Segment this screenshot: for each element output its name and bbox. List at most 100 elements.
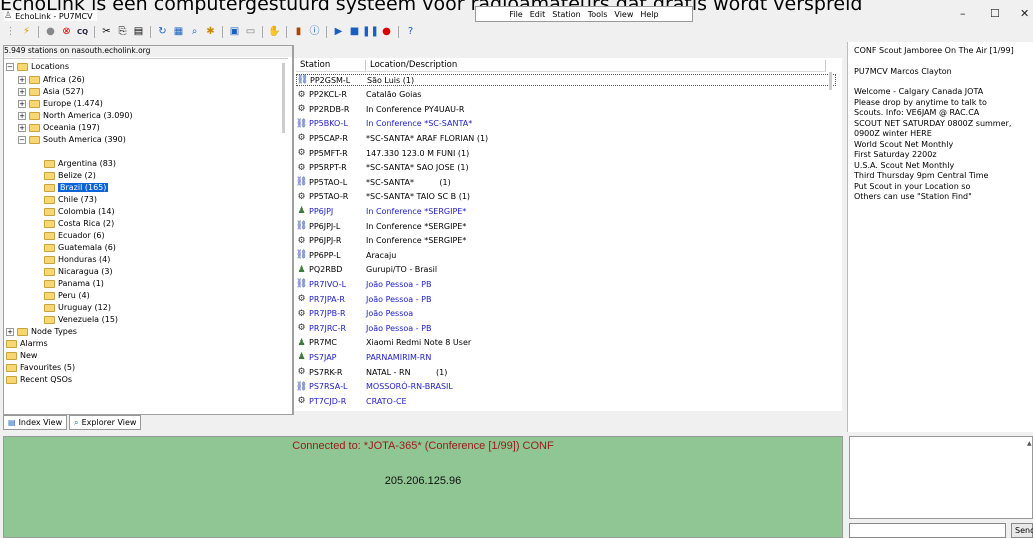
tree-node-region[interactable]: + Africa (26): [18, 74, 85, 85]
tree-node-country[interactable]: Chile (73): [44, 194, 97, 205]
collapse-icon[interactable]: −: [6, 62, 14, 71]
hand-icon[interactable]: ✋: [268, 26, 281, 39]
tree-node-locations[interactable]: − Locations: [6, 61, 69, 72]
tree-node-region[interactable]: + Oceania (197): [18, 122, 100, 133]
tree-node-other[interactable]: + Node Types: [6, 326, 77, 337]
favourite-icon[interactable]: ✱: [204, 26, 217, 39]
refresh-icon[interactable]: ↻: [156, 26, 169, 39]
tab-explorer-view[interactable]: ⌕ Explorer View: [69, 415, 142, 430]
panel-icon[interactable]: ▭: [244, 26, 257, 39]
cut-icon[interactable]: ✂: [100, 26, 113, 39]
disconnect-red-icon[interactable]: ⊗: [60, 26, 73, 39]
station-row[interactable]: ♟ PP6JPJ In Conference *SERGIPE*: [296, 205, 836, 217]
stats-icon[interactable]: ▮: [292, 26, 305, 39]
menu-item-0[interactable]: File: [509, 10, 522, 19]
menu-item-1[interactable]: Edit: [530, 10, 546, 19]
tree-node-country[interactable]: Uruguay (12): [44, 302, 111, 313]
expand-icon[interactable]: +: [18, 99, 26, 108]
menu-item-2[interactable]: Station: [552, 10, 580, 19]
stop-icon[interactable]: ■: [348, 26, 361, 39]
station-row[interactable]: ⛓ PP6PP-L Aracaju: [296, 249, 836, 261]
tree-node-country[interactable]: Peru (4): [44, 290, 90, 301]
disconnect-gray-icon[interactable]: ●: [44, 26, 57, 39]
column-header-station[interactable]: Station: [296, 60, 366, 71]
tree-node-region[interactable]: + Asia (527): [18, 86, 84, 97]
station-row[interactable]: ⛓ PP6JPJ-L In Conference *SERGIPE*: [296, 220, 836, 232]
tree-node-country[interactable]: Colombia (14): [44, 206, 115, 217]
station-row[interactable]: ⚙ PP6JPJ-R In Conference *SERGIPE*: [296, 235, 836, 247]
maximize-button[interactable]: ☐: [990, 7, 1000, 20]
menu-item-4[interactable]: View: [614, 10, 633, 19]
station-row[interactable]: ⚙ PR7JPA-R João Pessoa - PB: [296, 293, 836, 305]
tree-node-region[interactable]: + North America (3.090): [18, 110, 133, 121]
find-icon[interactable]: ⌕: [188, 26, 201, 39]
station-row[interactable]: ⛓ PR7IVO-L João Pessoa - PB: [296, 278, 836, 290]
station-row[interactable]: ⛓ PS7RSA-L MOSSORÓ-RN-BRASIL: [296, 381, 836, 393]
expand-icon[interactable]: +: [18, 87, 26, 96]
station-link-icon: ⛓: [295, 221, 308, 231]
station-row[interactable]: ⚙ PP5RPT-R *SC-SANTA* SAO JOSE (1): [296, 162, 836, 174]
station-list-scrollbar[interactable]: [829, 72, 832, 90]
folder-icon: [44, 267, 55, 276]
station-row[interactable]: ⚙ PP2RDB-R In Conference PY4UAU-R: [296, 103, 836, 115]
station-row[interactable]: ⚙ PP2KCL-R Catalão Goias: [296, 89, 836, 101]
cq-icon[interactable]: CQ: [76, 26, 89, 39]
tree-node-region[interactable]: + Europe (1.474): [18, 98, 103, 109]
tree-scrollbar[interactable]: [282, 63, 285, 133]
tree-node-other[interactable]: Favourites (5): [6, 362, 75, 373]
station-row[interactable]: ♟ PS7JAP PARNAMIRIM-RN: [296, 351, 836, 363]
tree-node-other[interactable]: Alarms: [6, 338, 48, 349]
chat-input[interactable]: [849, 523, 1006, 538]
column-header-location[interactable]: Location/Description: [366, 60, 826, 71]
station-row[interactable]: ⚙ PT7CJD-R CRATO-CE: [296, 395, 836, 407]
record-icon[interactable]: ●: [380, 26, 393, 39]
expand-icon[interactable]: +: [6, 327, 14, 336]
tree-node-country[interactable]: Costa Rica (2): [44, 218, 114, 229]
send-button[interactable]: Send: [1011, 523, 1033, 538]
chat-scroll-up-icon[interactable]: ▲: [1027, 440, 1032, 447]
tree-node-country[interactable]: Venezuela (15): [44, 314, 118, 325]
play-icon[interactable]: ▶: [332, 26, 345, 39]
pause-icon[interactable]: ❚❚: [362, 26, 379, 39]
station-row[interactable]: ⛓ PP2GSM-L São Luis (1): [296, 74, 836, 86]
collapse-icon[interactable]: −: [18, 135, 26, 144]
tree-node-country[interactable]: Argentina (83): [44, 158, 116, 169]
tree-node-country[interactable]: Guatemala (6): [44, 242, 116, 253]
expand-icon[interactable]: +: [18, 111, 26, 120]
info-icon[interactable]: ⓘ: [308, 26, 321, 39]
tree-node-country[interactable]: Nicaragua (3): [44, 266, 113, 277]
tree-node-country[interactable]: Belize (2): [44, 170, 96, 181]
station-row[interactable]: ⚙ PR7JRC-R João Pessoa - PB: [296, 322, 836, 334]
station-row[interactable]: ⚙ PR7JPB-R João Pessoa: [296, 308, 836, 320]
station-row[interactable]: ♟ PQ2RBD Gurupi/TO - Brasil: [296, 264, 836, 276]
copy-icon[interactable]: ⎘: [116, 26, 129, 39]
expand-icon[interactable]: +: [18, 75, 26, 84]
station-info-icon[interactable]: ▣: [228, 26, 241, 39]
minimize-button[interactable]: –: [960, 7, 966, 20]
station-row[interactable]: ⚙ PP5CAP-R *SC-SANTA* ARAF FLORIAN (1): [296, 132, 836, 144]
chat-output[interactable]: [849, 436, 1033, 519]
tree-node-country[interactable]: Panama (1): [44, 278, 104, 289]
help-icon[interactable]: ?: [404, 26, 417, 39]
tab-index-view[interactable]: ▤ Index View: [3, 415, 68, 430]
station-row[interactable]: ♟ PR7MC Xiaomi Redmi Note 8 User: [296, 337, 836, 349]
station-row[interactable]: ⛓ PP5TAO-L *SC-SANTA* (1): [296, 176, 836, 188]
paste-icon[interactable]: ▤: [132, 26, 145, 39]
tree-node-country[interactable]: Honduras (4): [44, 254, 110, 265]
station-row[interactable]: ⚙ PP5MFT-R 147.330 123.0 M FUNI (1): [296, 147, 836, 159]
tree-node-other[interactable]: New: [6, 350, 37, 361]
tree-node-country[interactable]: Brazil (165): [44, 182, 109, 193]
menu-item-3[interactable]: Tools: [588, 10, 608, 19]
expand-icon[interactable]: +: [18, 123, 26, 132]
station-row[interactable]: ⚙ PS7RK-R NATAL - RN (1): [296, 366, 836, 378]
station-list-icon[interactable]: ▦: [172, 26, 185, 39]
station-row[interactable]: ⚙ PP5TAO-R *SC-SANTA* TAIO SC B (1): [296, 191, 836, 203]
station-row[interactable]: ⛓ PP5BKO-L In Conference *SC-SANTA*: [296, 118, 836, 130]
station-cell: ⚙ PS7RK-R: [296, 367, 366, 378]
tree-node-country[interactable]: Ecuador (6): [44, 230, 105, 241]
menu-item-5[interactable]: Help: [640, 10, 658, 19]
close-button[interactable]: ✕: [1020, 7, 1029, 20]
tree-node-region[interactable]: − South America (390): [18, 134, 126, 145]
connect-lightning-icon[interactable]: ⚡: [20, 26, 33, 39]
tree-node-other[interactable]: Recent QSOs: [6, 374, 72, 385]
